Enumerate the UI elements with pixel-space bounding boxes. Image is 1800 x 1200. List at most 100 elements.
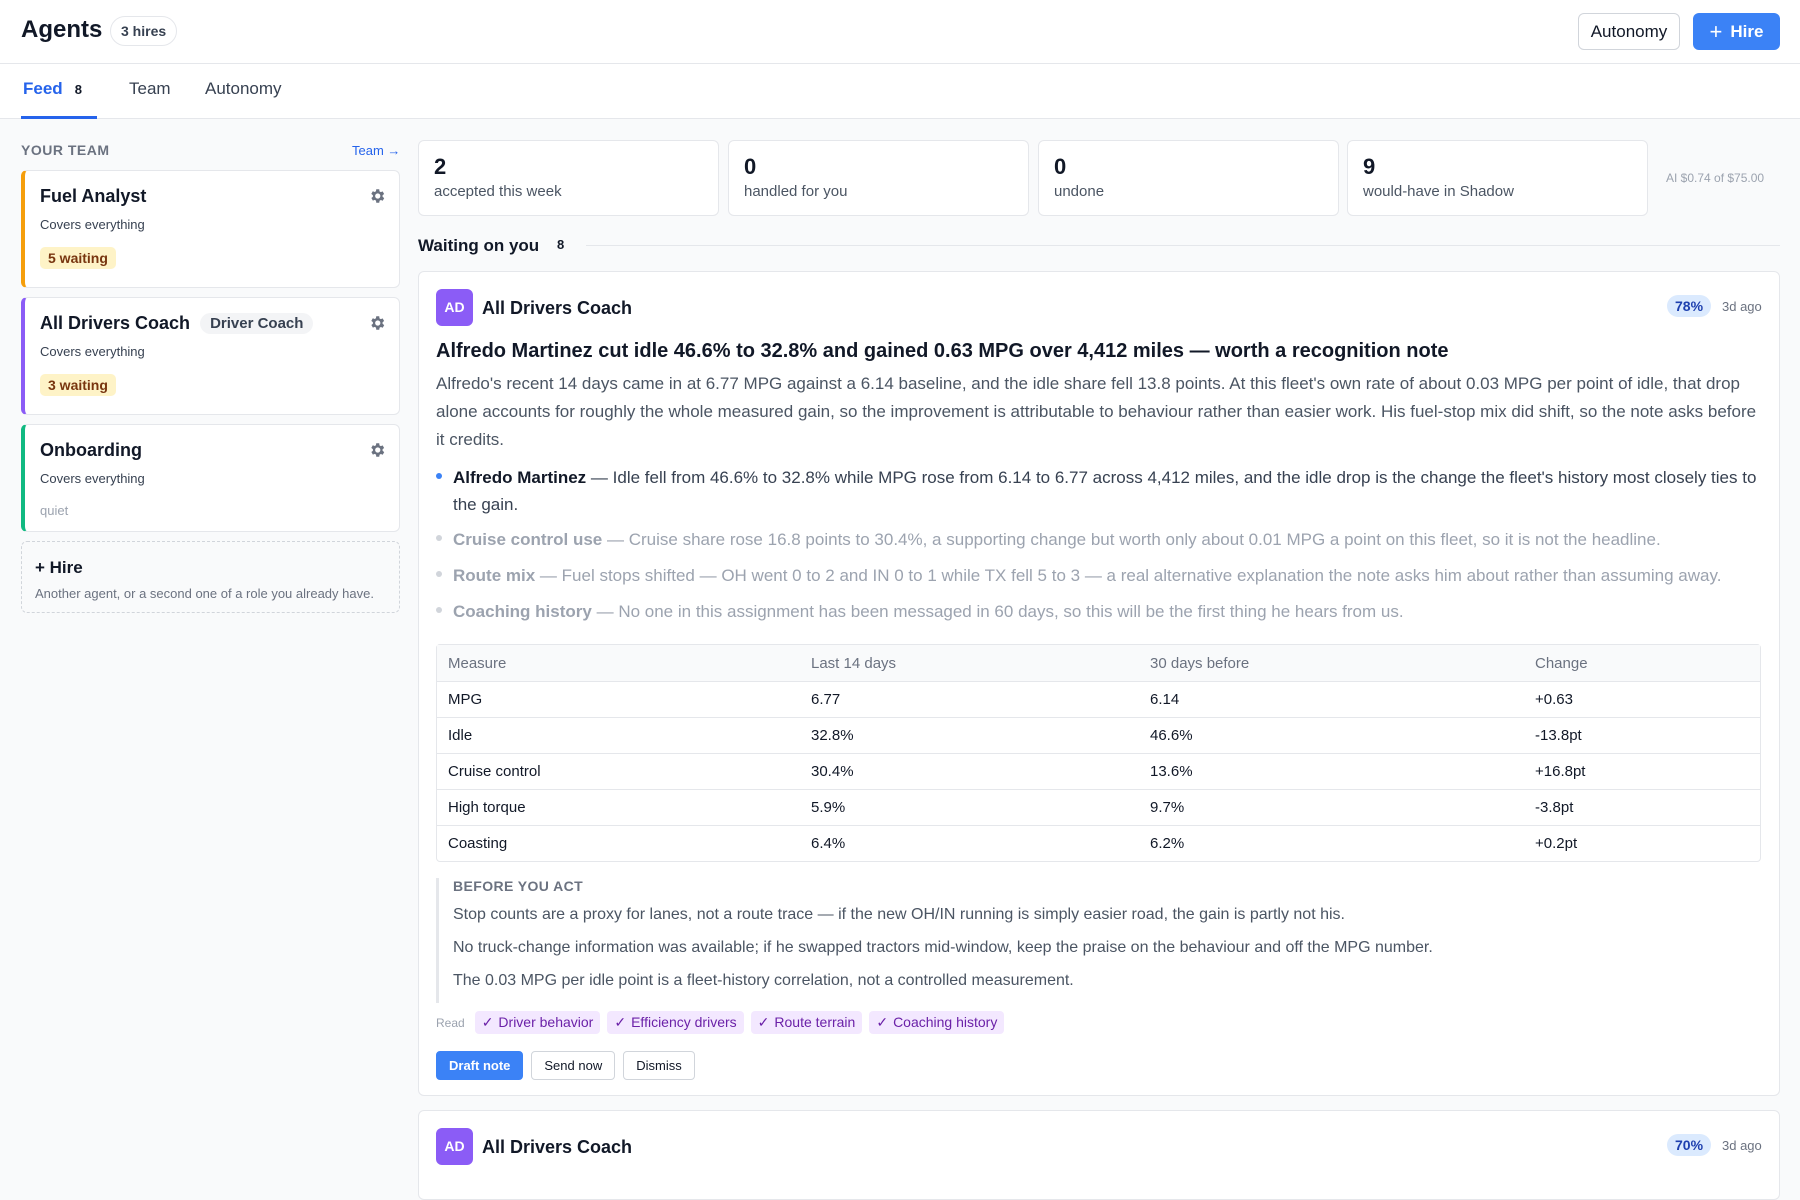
- column-header: Change: [1524, 645, 1760, 681]
- divider: [586, 245, 1780, 246]
- waiting-badge: 5 waiting: [40, 247, 116, 269]
- check-icon: ✓: [481, 1014, 494, 1030]
- tab-feed-label: Feed: [23, 79, 63, 98]
- table-cell: MPG: [437, 681, 800, 717]
- evidence-list: Alfredo Martinez — Idle fell from 46.6% …: [436, 464, 1766, 634]
- read-tag[interactable]: ✓ Driver behavior: [474, 1011, 601, 1034]
- evidence-title: Route mix: [453, 566, 536, 585]
- tab-bar: Feed 8 Team Autonomy: [0, 64, 1800, 119]
- stat-value: 9: [1363, 154, 1376, 179]
- evidence-text: — Cruise share rose 16.8 points to 30.4%…: [607, 530, 1661, 549]
- caveat: The 0.03 MPG per idle point is a fleet-h…: [453, 972, 1074, 989]
- stat-label: undone: [1054, 183, 1105, 200]
- agent-name: Fuel Analyst: [40, 186, 147, 206]
- table-row: High torque 5.9% 9.7% -3.8pt: [437, 789, 1760, 825]
- check-icon: ✓: [876, 1014, 889, 1030]
- autonomy-button[interactable]: Autonomy: [1578, 13, 1680, 50]
- column-header: Measure: [437, 645, 800, 681]
- card-agent-name: All Drivers Coach: [482, 1137, 633, 1157]
- before-you-act: BEFORE YOU ACT Stop counts are a proxy f…: [436, 878, 1436, 1003]
- before-you-act-heading: BEFORE YOU ACT: [453, 878, 584, 894]
- tab-feed-count: 8: [74, 82, 82, 97]
- table-row: Coasting 6.4% 6.2% +0.2pt: [437, 825, 1760, 861]
- measures-table: Measure Last 14 days 30 days before Chan…: [436, 644, 1761, 862]
- gear-icon[interactable]: [368, 441, 386, 459]
- confidence-badge: 78%: [1667, 295, 1712, 317]
- table-row: Idle 32.8% 46.6% -13.8pt: [437, 717, 1760, 753]
- evidence-title: Cruise control use: [453, 530, 603, 549]
- caveat: No truck-change information was availabl…: [453, 939, 1433, 956]
- agent-card-onboarding[interactable]: Onboarding Covers everything quiet: [21, 424, 400, 532]
- evidence-item: Coaching history — No one in this assign…: [436, 598, 1766, 625]
- table-header-row: Measure Last 14 days 30 days before Chan…: [437, 645, 1760, 681]
- evidence-text: — No one in this assignment has been mes…: [596, 602, 1404, 621]
- stat-undone: 0 undone: [1038, 140, 1339, 216]
- agent-role-badge: Driver Coach: [200, 313, 314, 334]
- read-tag-label: Coaching history: [893, 1014, 998, 1030]
- stat-handled: 0 handled for you: [728, 140, 1029, 216]
- avatar: AD: [436, 289, 473, 326]
- read-tags: Read ✓ Driver behavior ✓ Efficiency driver…: [436, 1011, 1005, 1034]
- table-cell: Cruise control: [437, 753, 800, 789]
- team-link[interactable]: Team →: [352, 143, 400, 158]
- evidence-text: — Fuel stops shifted — OH went 0 to 2 an…: [539, 566, 1722, 585]
- table-cell: 5.9%: [800, 789, 1139, 825]
- table-cell: 6.4%: [800, 825, 1139, 861]
- table-cell: +0.63: [1524, 681, 1760, 717]
- hire-card[interactable]: + Hire Another agent, or a second one of…: [21, 541, 400, 613]
- agent-coverage: Covers everything: [40, 471, 145, 486]
- table-cell: 46.6%: [1139, 717, 1524, 753]
- tab-autonomy[interactable]: Autonomy: [205, 79, 282, 119]
- read-tag-label: Efficiency drivers: [631, 1014, 737, 1030]
- table-cell: 13.6%: [1139, 753, 1524, 789]
- read-tag[interactable]: ✓ Efficiency drivers: [607, 1011, 744, 1034]
- table-cell: 6.77: [800, 681, 1139, 717]
- table-cell: 6.2%: [1139, 825, 1524, 861]
- table-cell: -3.8pt: [1524, 789, 1760, 825]
- card-agent-name: All Drivers Coach: [482, 298, 633, 318]
- gear-icon[interactable]: [368, 314, 386, 332]
- hire-card-title: + Hire: [35, 558, 83, 577]
- tab-team[interactable]: Team: [129, 79, 171, 119]
- agent-name: All Drivers Coach Driver Coach: [40, 313, 314, 334]
- agent-coverage: Covers everything: [40, 217, 145, 232]
- table-cell: Idle: [437, 717, 800, 753]
- stat-label: accepted this week: [434, 183, 562, 200]
- agent-card-fuel-analyst[interactable]: Fuel Analyst Covers everything 5 waiting: [21, 170, 400, 288]
- evidence-title: Alfredo Martinez: [453, 468, 587, 487]
- table-cell: 32.8%: [800, 717, 1139, 753]
- read-tag-label: Route terrain: [774, 1014, 856, 1030]
- read-tag[interactable]: ✓ Coaching history: [869, 1011, 1005, 1034]
- agent-card-all-drivers-coach[interactable]: All Drivers Coach Driver Coach Covers eve…: [21, 297, 400, 415]
- read-tag-label: Driver behavior: [498, 1014, 594, 1030]
- evidence-title: Coaching history: [453, 602, 592, 621]
- agent-coverage: Covers everything: [40, 344, 145, 359]
- waiting-heading: Waiting on you: [418, 236, 540, 255]
- send-now-button[interactable]: Send now: [531, 1051, 616, 1080]
- tab-feed[interactable]: Feed 8: [21, 79, 97, 119]
- stat-label: would-have in Shadow: [1363, 183, 1514, 200]
- check-icon: ✓: [614, 1014, 627, 1030]
- dismiss-button[interactable]: Dismiss: [623, 1051, 695, 1080]
- read-tag[interactable]: ✓ Route terrain: [750, 1011, 863, 1034]
- top-bar: Agents 3 hires Autonomy + Hire: [0, 0, 1800, 64]
- confidence-badge: 70%: [1667, 1134, 1712, 1156]
- avatar: AD: [436, 1128, 473, 1165]
- ai-budget: AI $0.74 of $75.00: [1666, 171, 1765, 185]
- agent-status: quiet: [40, 503, 69, 518]
- evidence-text: — Idle fell from 46.6% to 32.8% while MP…: [453, 468, 1757, 514]
- hire-button-label: Hire: [1730, 22, 1764, 41]
- table-cell: 6.14: [1139, 681, 1524, 717]
- evidence-item: Cruise control use — Cruise share rose 1…: [436, 526, 1766, 553]
- table-cell: +0.2pt: [1524, 825, 1760, 861]
- column-header: Last 14 days: [800, 645, 1139, 681]
- timestamp: 3d ago: [1722, 299, 1762, 314]
- draft-note-button[interactable]: Draft note: [436, 1051, 524, 1080]
- timestamp: 3d ago: [1722, 1138, 1762, 1153]
- table-cell: High torque: [437, 789, 800, 825]
- your-team-heading: YOUR TEAM: [21, 142, 110, 158]
- hire-button[interactable]: + Hire: [1693, 13, 1780, 50]
- gear-icon[interactable]: [368, 187, 386, 205]
- stat-shadow: 9 would-have in Shadow: [1347, 140, 1648, 216]
- agent-name-text: All Drivers Coach: [40, 313, 191, 333]
